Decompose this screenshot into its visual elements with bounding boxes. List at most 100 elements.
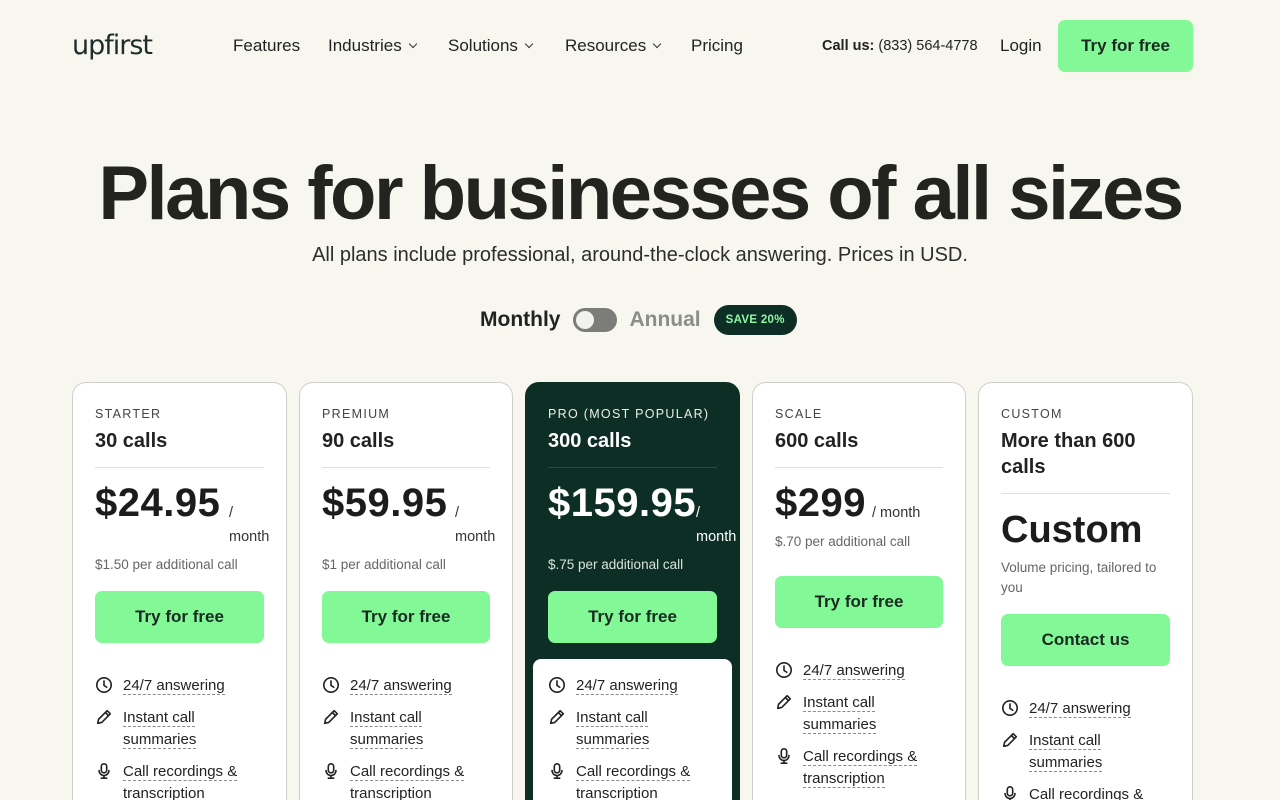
call-label: Call us: bbox=[822, 38, 875, 54]
feature-list: 24/7 answering Instant call summaries Cal… bbox=[979, 682, 1192, 800]
microphone-icon bbox=[1001, 785, 1019, 800]
try-free-button[interactable]: Try for free bbox=[548, 591, 717, 643]
feature-label[interactable]: Instant call bbox=[1029, 732, 1101, 750]
contact-us-button[interactable]: Contact us bbox=[1001, 614, 1170, 666]
feature-label[interactable]: summaries bbox=[1029, 754, 1103, 772]
price-slash: / bbox=[455, 505, 460, 521]
monthly-label[interactable]: Monthly bbox=[480, 308, 560, 332]
upfirst-logo[interactable]: upfirst bbox=[72, 30, 153, 61]
price-slash: / bbox=[229, 505, 234, 521]
try-free-button[interactable]: Try for free bbox=[775, 576, 943, 628]
pencil-icon bbox=[95, 708, 113, 726]
feature-item: Instant call summaries bbox=[548, 707, 650, 751]
plan-calls: 90 calls bbox=[322, 430, 395, 452]
plan-price: $59.95 bbox=[322, 481, 448, 525]
feature-label[interactable]: 24/7 answering bbox=[123, 677, 225, 695]
feature-label[interactable]: summaries bbox=[350, 731, 424, 749]
microphone-icon bbox=[548, 762, 566, 780]
price-slash: / bbox=[696, 505, 701, 521]
billing-period-switch[interactable] bbox=[573, 308, 618, 332]
feature-label[interactable]: Instant call bbox=[576, 709, 648, 727]
phone-number: (833) 564-4778 bbox=[878, 38, 978, 54]
nav-link-label: Resources bbox=[565, 36, 647, 55]
plan-price: $24.95 bbox=[95, 481, 221, 525]
plan-tier: PREMIUM bbox=[322, 407, 391, 421]
feature-label[interactable]: Instant call bbox=[803, 694, 875, 712]
nav-link-solutions[interactable]: Solutions bbox=[448, 36, 565, 56]
feature-label[interactable]: 24/7 answering bbox=[1029, 700, 1131, 718]
pencil-icon bbox=[322, 708, 340, 726]
feature-label[interactable]: Call recordings & bbox=[576, 763, 691, 781]
price-unit: month bbox=[696, 529, 737, 545]
feature-label[interactable]: Call recordings & bbox=[1029, 786, 1144, 800]
feature-label[interactable]: summaries bbox=[123, 731, 197, 749]
price-period: / month bbox=[455, 501, 495, 549]
feature-label[interactable]: summaries bbox=[576, 731, 650, 749]
feature-item: Instant call summaries bbox=[95, 707, 197, 751]
plan-calls: 30 calls bbox=[95, 430, 168, 452]
page-title: Plans for businesses of all sizes bbox=[98, 151, 1184, 236]
feature-label[interactable]: summaries bbox=[803, 716, 877, 734]
plan-calls: More than 600 calls bbox=[1001, 428, 1135, 480]
plan-calls: 600 calls bbox=[775, 430, 859, 452]
microphone-icon bbox=[322, 762, 340, 780]
feature-label[interactable]: transcription bbox=[123, 785, 205, 800]
plan-calls-line: calls bbox=[1001, 456, 1046, 478]
phone-contact[interactable]: Call us: (833) 564-4778 bbox=[822, 38, 978, 54]
feature-label[interactable]: 24/7 answering bbox=[576, 677, 678, 695]
note-line: Volume pricing, tailored to bbox=[1001, 560, 1157, 575]
clock-icon bbox=[95, 676, 113, 694]
feature-label[interactable]: transcription bbox=[576, 785, 658, 800]
feature-label[interactable]: Call recordings & bbox=[123, 763, 238, 781]
feature-item: 24/7 answering bbox=[95, 675, 225, 697]
chevron-down-icon bbox=[524, 39, 534, 49]
price-period: / month bbox=[696, 501, 736, 549]
nav-link-resources[interactable]: Resources bbox=[565, 36, 691, 56]
nav-link-industries[interactable]: Industries bbox=[328, 36, 448, 56]
login-link[interactable]: Login bbox=[1000, 36, 1042, 56]
clock-icon bbox=[548, 676, 566, 694]
feature-item: Call recordings & transcription bbox=[95, 761, 238, 800]
billing-toggle-row: Monthly Annual SAVE 20% bbox=[480, 304, 797, 336]
divider bbox=[775, 467, 943, 468]
top-nav: upfirst Features Industries Solutions Re… bbox=[0, 0, 1280, 92]
plan-tier: PRO (MOST POPULAR) bbox=[548, 407, 710, 421]
microphone-icon bbox=[95, 762, 113, 780]
nav-try-free-button[interactable]: Try for free bbox=[1058, 20, 1193, 72]
chevron-down-icon bbox=[653, 39, 662, 49]
microphone-icon bbox=[775, 747, 793, 765]
plan-tier: STARTER bbox=[95, 407, 162, 421]
feature-list: 24/7 answering Instant call summaries Cal… bbox=[533, 659, 732, 800]
price-period: / month bbox=[229, 501, 269, 549]
feature-label[interactable]: Instant call bbox=[123, 709, 195, 727]
feature-label[interactable]: 24/7 answering bbox=[350, 677, 452, 695]
feature-item: 24/7 answering bbox=[322, 675, 452, 697]
feature-item: 24/7 answering bbox=[548, 675, 678, 697]
feature-label[interactable]: transcription bbox=[803, 770, 885, 788]
feature-list: 24/7 answering Instant call summaries Cal… bbox=[753, 644, 965, 800]
plan-tier: CUSTOM bbox=[1001, 407, 1063, 421]
plan-tier: SCALE bbox=[775, 407, 823, 421]
nav-link-features[interactable]: Features bbox=[233, 36, 328, 56]
try-free-button[interactable]: Try for free bbox=[95, 591, 264, 643]
price-unit: month bbox=[229, 529, 270, 545]
feature-label[interactable]: 24/7 answering bbox=[803, 662, 905, 680]
divider bbox=[1001, 493, 1170, 494]
nav-link-pricing[interactable]: Pricing bbox=[691, 36, 743, 56]
clock-icon bbox=[775, 661, 793, 679]
clock-icon bbox=[1001, 699, 1019, 717]
plan-card-premium: PREMIUM 90 calls $59.95 / month $1 per ad… bbox=[299, 382, 513, 800]
plan-card-scale: SCALE 600 calls $299 / month $.70 per ad… bbox=[752, 382, 966, 800]
feature-label[interactable]: transcription bbox=[350, 785, 432, 800]
plan-price: Custom bbox=[1001, 509, 1143, 551]
feature-label[interactable]: Call recordings & bbox=[803, 748, 918, 766]
additional-call-price: $1 per additional call bbox=[322, 557, 446, 572]
annual-label[interactable]: Annual bbox=[629, 308, 700, 332]
feature-item: Call recordings & transcription bbox=[322, 761, 465, 800]
feature-label[interactable]: Instant call bbox=[350, 709, 422, 727]
try-free-button[interactable]: Try for free bbox=[322, 591, 490, 643]
feature-label[interactable]: Call recordings & bbox=[350, 763, 465, 781]
plan-price: $299 bbox=[775, 481, 866, 525]
plan-price: $159.95 bbox=[548, 481, 697, 525]
price-period: / month bbox=[872, 505, 921, 521]
